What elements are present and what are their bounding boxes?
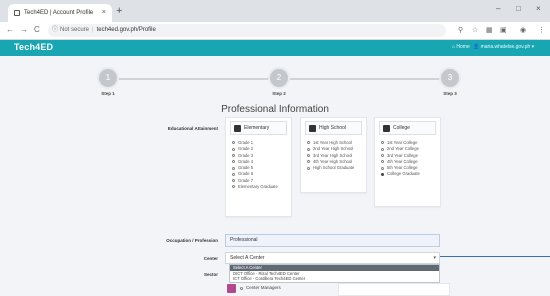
menu-icon[interactable]: ⋮ xyxy=(538,26,545,34)
center-label: Center xyxy=(203,256,218,261)
address-bar: ← → C ⓘ Not secure | tech4ed.gov.ph/Profil… xyxy=(0,22,550,40)
school-icon xyxy=(309,125,316,132)
browser-tab[interactable]: Tech4ED | Account Profile × xyxy=(8,4,112,22)
tab-title: Tech4ED | Account Profile xyxy=(24,10,94,16)
center-select[interactable]: Select A Center ▾ xyxy=(225,252,440,264)
step-1-circle: 1 xyxy=(97,67,119,89)
step-2-circle: 2 xyxy=(268,67,290,89)
not-secure-label: Not secure xyxy=(60,27,90,33)
section-title: Professional Information xyxy=(221,104,329,115)
annotation-arrow xyxy=(440,256,550,257)
elementary-header: Elementary xyxy=(230,121,287,135)
elementary-card: Elementary Grade 1 Grade 2 Grade 3 Grade… xyxy=(225,117,292,217)
sector-label: Sector xyxy=(203,272,218,277)
sector-radio[interactable] xyxy=(240,287,243,290)
user-menu[interactable]: 👤 maria.whatelse.gov.ph ▾ xyxy=(473,44,534,50)
occupation-field[interactable]: Professional xyxy=(225,234,440,247)
step-3-circle: 3 xyxy=(439,67,461,89)
center-dropdown-list: Select A Center DICT Office - Rizal Tech… xyxy=(229,264,440,283)
high-school-header: High School xyxy=(305,121,362,135)
extension-icon[interactable]: ▦ xyxy=(486,26,493,34)
new-tab-button[interactable]: + xyxy=(116,4,122,18)
maximize-icon[interactable]: □ xyxy=(516,4,521,13)
college-header: College xyxy=(379,121,436,135)
educational-attainment-label: Educational Attainment xyxy=(167,126,218,131)
search-icon[interactable]: ⚲ xyxy=(458,26,463,34)
occupation-label: Occupation / Profession xyxy=(166,238,218,243)
elementary-options: Grade 1 Grade 2 Grade 3 Grade 4 Grade 5 … xyxy=(232,140,278,190)
center-select-value: Select A Center xyxy=(230,255,265,261)
bookmark-star-icon[interactable]: ☆ xyxy=(472,26,478,34)
radio-elementary-graduate[interactable]: Elementary Graduate xyxy=(232,184,278,190)
chevron-down-icon: ▾ xyxy=(433,255,436,261)
forward-icon[interactable]: → xyxy=(20,25,28,34)
home-link[interactable]: ⌂ Home xyxy=(452,44,470,50)
brand-logo[interactable]: Tech4ED xyxy=(14,42,53,52)
favicon-icon xyxy=(14,10,20,16)
close-window-icon[interactable]: × xyxy=(536,4,541,13)
radio-hs-graduate[interactable]: High School Graduate xyxy=(307,165,354,171)
info-icon[interactable]: ⓘ xyxy=(52,24,58,37)
step-3-label: Step 3 xyxy=(443,91,457,96)
back-icon[interactable]: ← xyxy=(6,25,14,34)
minimize-icon[interactable]: – xyxy=(496,4,500,13)
tab-close-icon[interactable]: × xyxy=(102,4,106,22)
sector-option-label: Center Managers xyxy=(246,285,281,290)
high-school-card: High School 1st Year High School 2nd Yea… xyxy=(300,117,367,193)
profile-icon[interactable]: ◉ xyxy=(520,26,526,34)
step-2-label: Step 2 xyxy=(272,91,286,96)
radio-college-graduate[interactable]: College Graduate xyxy=(381,171,420,177)
sector-card xyxy=(338,283,450,296)
url-text: tech4ed.gov.ph/Profile xyxy=(96,27,156,33)
reload-icon[interactable]: C xyxy=(34,25,40,34)
app-navbar: Tech4ED ⌂ Home 👤 maria.whatelse.gov.ph ▾ xyxy=(0,40,550,56)
graduation-cap-icon xyxy=(234,125,241,132)
url-field[interactable]: ⓘ Not secure | tech4ed.gov.ph/Profile xyxy=(48,24,446,37)
extension-2-icon[interactable]: ▣ xyxy=(500,26,507,34)
dropdown-option[interactable]: ICT Office - Cordillera Tech4ED Center xyxy=(230,276,439,282)
step-1-label: Step 1 xyxy=(101,91,115,96)
college-icon xyxy=(383,125,390,132)
center-managers-icon xyxy=(227,284,236,293)
browser-tab-bar: Tech4ED | Account Profile × + – □ × xyxy=(0,0,550,22)
college-options: 1st Year College 2nd Year College 3rd Ye… xyxy=(381,140,420,178)
college-card: College 1st Year College 2nd Year Colleg… xyxy=(374,117,441,207)
high-school-options: 1st Year High School 2nd Year High Schoo… xyxy=(307,140,354,171)
